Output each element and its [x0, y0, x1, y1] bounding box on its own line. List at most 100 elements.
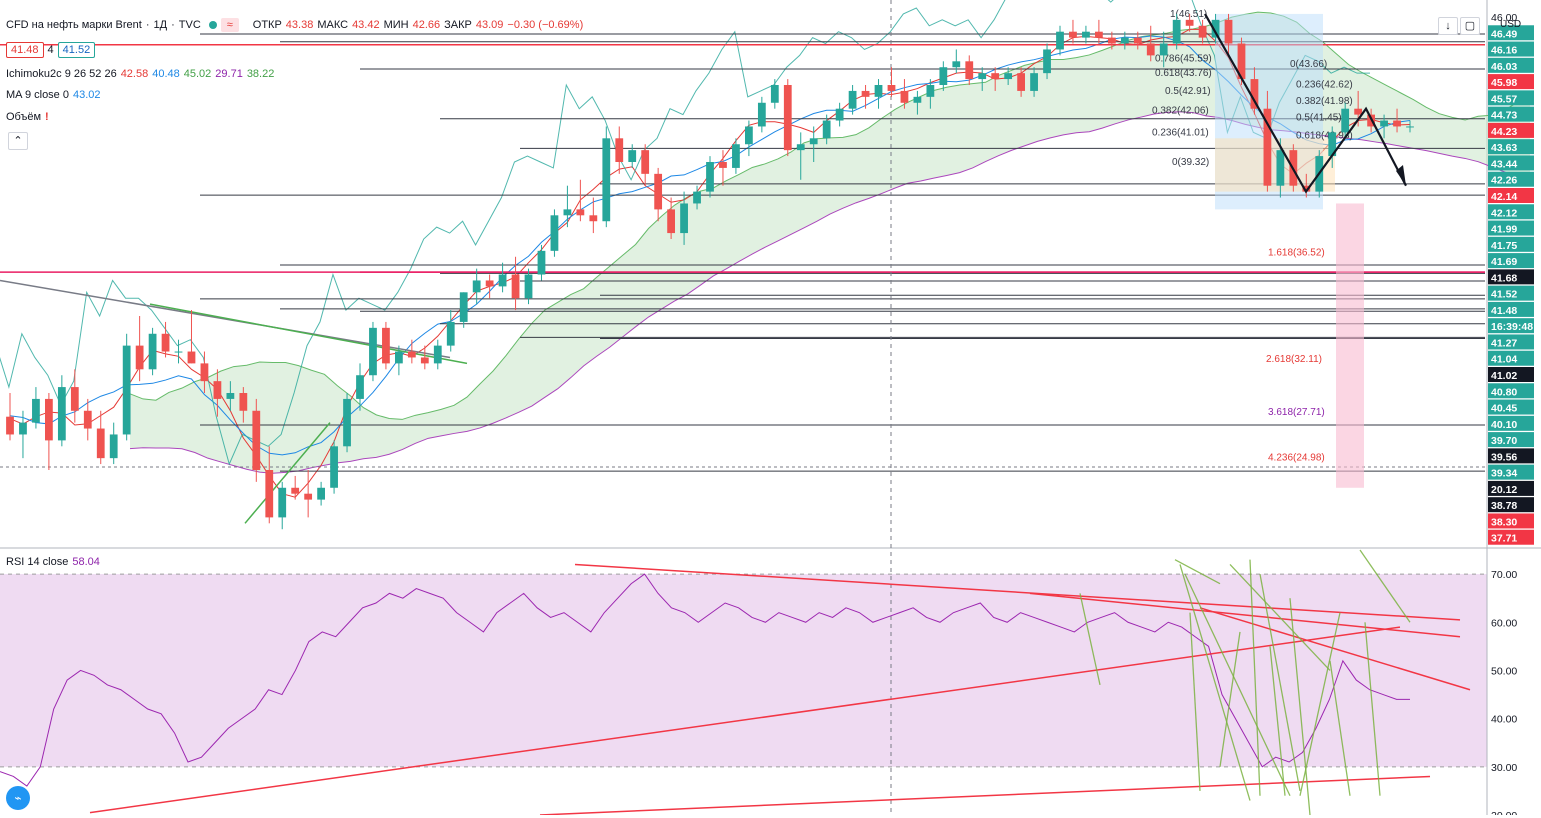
candle-body	[835, 108, 844, 121]
candle-body	[628, 150, 637, 162]
candle-body	[745, 126, 753, 145]
price-axis-tick-label: 41.52	[1491, 289, 1517, 301]
candle-body	[667, 209, 675, 234]
candle-body	[1172, 19, 1181, 44]
fib-level-label: 0(39.32)	[1172, 157, 1209, 168]
price-axis-tick-label: 44.23	[1491, 126, 1517, 138]
candle-body	[213, 381, 222, 399]
fib-level-label: 0.382(42.06)	[1152, 105, 1209, 116]
price-axis-tick: 41.68	[1488, 269, 1534, 285]
ichimoku-base-value: 40.48	[152, 68, 180, 80]
candle-body	[200, 363, 209, 382]
arrow-down-icon[interactable]: ↓	[1438, 17, 1458, 35]
price-axis-tick-label: 40.10	[1491, 419, 1517, 431]
ichimoku-label: Ichimoku2c 9 26 52 26	[6, 68, 117, 80]
price-axis-tick: 41.69	[1488, 253, 1534, 269]
price-axis-tick: 40.10	[1488, 415, 1534, 431]
price-axis-tick: 42.12	[1488, 204, 1534, 220]
price-axis-tick: 46.03	[1488, 57, 1534, 73]
ichimoku-legend[interactable]: Ichimoku2c 9 26 52 26 42.58 40.48 45.02 …	[6, 68, 274, 80]
close-value: 43.09	[475, 19, 504, 31]
candle-body	[109, 434, 118, 459]
candle-body	[252, 410, 261, 470]
candle-body	[952, 61, 961, 68]
candle-body	[70, 387, 79, 411]
candle	[252, 398, 261, 482]
candle-body	[1004, 73, 1013, 80]
candle-body	[446, 321, 455, 346]
market-status-icon	[208, 21, 217, 29]
trading-chart[interactable]: 1(46.51) 0.786(45.59) 0.618(43.76) 0.5(42.9…	[0, 0, 1541, 818]
ichimoku-lagging-value: 45.02	[183, 68, 212, 80]
candle-body	[485, 280, 494, 287]
candle-body	[1095, 31, 1103, 38]
candle-body	[6, 416, 14, 435]
candle	[330, 440, 338, 494]
candle-body	[641, 150, 650, 174]
compare-icon[interactable]: ≈	[220, 18, 239, 32]
candle-body	[900, 90, 909, 103]
candle-body	[939, 67, 948, 85]
source-label: TVC	[178, 19, 201, 31]
currency-label[interactable]: USD	[1500, 19, 1521, 30]
candle-body	[265, 470, 274, 518]
candle-body	[1276, 150, 1285, 186]
price-axis-tick: 41.48	[1488, 301, 1534, 317]
candle-body	[537, 250, 546, 275]
open-value: 43.38	[285, 19, 314, 31]
rsi-legend[interactable]: RSI 14 close 58.04	[6, 556, 100, 568]
ma-value: 43.02	[72, 89, 101, 101]
rsi-axis-tick-label: 60.00	[1491, 617, 1517, 629]
price-axis-tick-label: 38.30	[1491, 516, 1517, 528]
buy-price-button[interactable]: 41.52	[57, 42, 96, 58]
maximize-icon[interactable]: ▢	[1460, 17, 1480, 35]
warning-icon[interactable]: !	[45, 111, 49, 123]
ma-legend[interactable]: MA 9 close 0 43.02	[6, 89, 101, 101]
candle-body	[1146, 43, 1155, 56]
price-axis-tick: 20.12	[1488, 480, 1534, 496]
candle-body	[1017, 73, 1025, 91]
candle-body	[187, 351, 196, 364]
volume-legend[interactable]: Объём !	[6, 111, 49, 123]
candle-body	[874, 85, 883, 97]
candle	[343, 393, 351, 453]
price-axis-tick-label: 40.45	[1491, 403, 1517, 415]
fib-level-label: 1(46.51)	[1170, 9, 1207, 20]
collapse-legend-button[interactable]: ⌃	[8, 132, 28, 150]
price-axis-tick-label: 41.69	[1491, 256, 1517, 268]
candle-body	[19, 422, 27, 435]
close-label: ЗАКР	[444, 19, 472, 31]
ichimoku-spanb-value: 29.71	[215, 68, 243, 80]
price-axis-tick-label: 43.63	[1491, 142, 1517, 154]
candle-body	[563, 209, 572, 216]
price-axis-tick: 41.04	[1488, 350, 1534, 366]
fib-level-label: 0.382(41.98)	[1296, 96, 1353, 107]
rsi-axis-tick-label: 20.00	[1491, 810, 1517, 815]
ichimoku-conversion-value: 42.58	[120, 68, 149, 80]
price-axis-tick-label: 38.78	[1491, 500, 1517, 512]
candle-body	[783, 85, 792, 151]
candle	[706, 156, 714, 198]
sell-price-button[interactable]: 41.48	[6, 42, 44, 58]
symbol-name[interactable]: CFD на нефть марки Brent	[6, 19, 142, 31]
candle-body	[472, 280, 481, 293]
price-axis-tick-label: 37.71	[1491, 533, 1517, 545]
chart-canvas[interactable]: 1(46.51)0.786(45.59)0.618(43.76)0.5(42.9…	[0, 0, 1541, 818]
fib-level-label: 4.236(24.98)	[1268, 453, 1325, 464]
candle-body	[459, 292, 468, 322]
candle-body	[965, 61, 974, 80]
price-axis-tick: 41.99	[1488, 220, 1534, 236]
interval-label[interactable]: 1Д	[154, 19, 168, 31]
candle-body	[1107, 37, 1116, 44]
ma-label: MA 9 close 0	[6, 89, 69, 101]
price-axis-tick: 43.44	[1488, 155, 1534, 171]
candle-body	[278, 487, 287, 518]
fib-level-label: 3.618(27.71)	[1268, 407, 1325, 418]
tradingview-logo[interactable]: ⌁	[6, 786, 30, 810]
candle-body	[822, 120, 831, 139]
price-axis-tick-label: 16:39:48	[1491, 321, 1533, 333]
candle-body	[1030, 73, 1038, 91]
candle	[148, 327, 157, 376]
high-label: МАКС	[317, 19, 349, 31]
candle-body	[304, 493, 313, 500]
